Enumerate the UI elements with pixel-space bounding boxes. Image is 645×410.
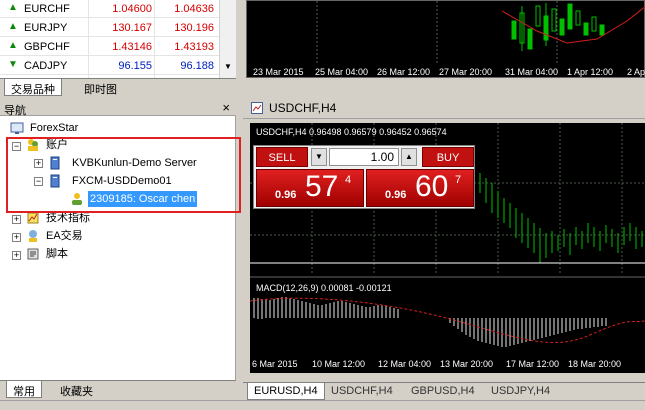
chart-window-titlebar[interactable]: USDCHF,H4 [243,97,645,119]
expand-icon[interactable]: + [12,251,21,260]
tab-symbols[interactable]: 交易品种 [4,79,62,96]
buy-price-prefix: 0.96 [385,189,407,201]
market-watch-tabs: 交易品种 即时图 [0,78,236,96]
tab-favorites[interactable]: 收藏夹 [54,381,99,398]
chart-tab-eurusd[interactable]: EURUSD,H4 [247,383,325,400]
navigator-header: 导航 × [0,100,236,117]
lot-decrease-icon[interactable]: ▼ [311,148,327,166]
top-chart[interactable]: 23 Mar 2015 25 Mar 04:00 26 Mar 12:00 27… [246,0,645,78]
x-axis-label: 31 Mar 04:00 [505,67,559,77]
chart-info-line: USDCHF,H4 0.96498 0.96579 0.96452 0.9657… [256,127,447,137]
symbol-label: EURCHF [24,3,70,15]
script-icon [27,248,39,260]
tree-label: EA交易 [46,230,83,242]
sell-button[interactable]: SELL [256,147,308,167]
x-axis-label: 10 Mar 12:00 [312,359,366,369]
top-chart-canvas [316,1,645,65]
one-click-trading-panel: SELL ▼ 1.00 ▲ BUY 0.96 57 4 0.96 60 7 [253,145,475,209]
ask-value: 96.188 [180,60,214,72]
x-axis-label: 27 Mar 20:00 [439,67,493,77]
x-axis-label: 25 Mar 04:00 [315,67,369,77]
bid-value: 1.43146 [112,41,152,53]
chart-icon [251,102,263,114]
terminal-icon [10,122,24,134]
arrow-up-icon: ▲ [8,2,18,13]
arrow-up-icon: ▲ [8,21,18,32]
chart-tab-usdchf[interactable]: USDCHF,H4 [325,383,399,400]
buy-price-button[interactable]: 0.96 60 7 [366,169,474,207]
chart-tab-gbpusd[interactable]: GBPUSD,H4 [405,383,481,400]
expert-icon [29,230,37,242]
x-axis-label: 17 Mar 12:00 [506,359,560,369]
arrow-up-icon: ▲ [8,40,18,51]
x-axis-label: 18 Mar 20:00 [568,359,622,369]
chart-window-title: USDCHF,H4 [269,101,337,115]
sell-price-big: 57 [305,170,339,203]
highlight-box [6,137,241,213]
sell-price-button[interactable]: 0.96 57 4 [256,169,364,207]
market-row-gbpchf[interactable]: ▲ GBPCHF 1.43146 1.43193 [0,38,236,56]
x-axis-label: 12 Mar 04:00 [378,359,432,369]
bid-value: 96.155 [118,60,152,72]
x-axis-label: 1 Apr 12:00 [567,67,614,77]
buy-price-big: 60 [415,170,449,203]
chart-tabs: EURUSD,H4 USDCHF,H4 GBPUSD,H4 USDJPY,H4 [243,382,645,400]
symbol-label: CADJPY [24,60,68,72]
market-watch-scrollbar[interactable]: ▼ [219,0,236,78]
sell-price-sup: 4 [345,174,352,186]
symbol-label: GBPCHF [24,41,70,53]
symbol-label: EURJPY [24,22,68,34]
bid-value: 130.167 [112,22,152,34]
expand-icon[interactable]: + [12,233,21,242]
ask-value: 130.196 [174,22,214,34]
arrow-down-icon: ▼ [8,59,18,70]
ask-value: 1.04636 [174,3,214,15]
expand-icon[interactable]: + [12,215,21,224]
close-icon[interactable]: × [222,100,230,115]
macd-label: MACD(12,26,9) 0.00081 -0.00121 [256,283,392,293]
market-row-eurchf[interactable]: ▲ EURCHF 1.04600 1.04636 [0,0,236,18]
x-axis-label: 23 Mar 2015 [253,67,304,77]
navigator-tabs: 常用 收藏夹 [0,380,236,400]
bid-value: 1.04600 [112,3,152,15]
lot-increase-icon[interactable]: ▲ [401,148,417,166]
tree-label: ForexStar [30,122,79,134]
tab-common[interactable]: 常用 [6,381,42,398]
x-axis-label: 6 Mar 2015 [252,359,298,369]
indicators-icon [27,212,39,224]
market-row-cadjpy[interactable]: ▼ CADJPY 96.155 96.188 [0,57,236,75]
buy-price-sup: 7 [455,174,462,186]
buy-button[interactable]: BUY [422,147,474,167]
x-axis-label: 2 Apr [627,67,645,77]
tree-label: 脚本 [46,248,68,260]
sell-price-prefix: 0.96 [275,189,297,201]
x-axis-label: 13 Mar 20:00 [440,359,494,369]
lot-size-input[interactable]: 1.00 [329,148,399,166]
ask-value: 1.43193 [174,41,214,53]
scroll-down-icon[interactable]: ▼ [224,62,232,71]
market-row-eurjpy[interactable]: ▲ EURJPY 130.167 130.196 [0,19,236,37]
chart-tab-usdjpy[interactable]: USDJPY,H4 [485,383,556,400]
x-axis-label: 26 Mar 12:00 [377,67,431,77]
status-bar [0,400,645,410]
tab-tick-chart[interactable]: 即时图 [78,79,123,96]
